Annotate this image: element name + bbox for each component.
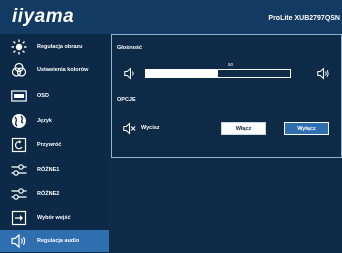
- volume-title: Głośność: [117, 45, 143, 51]
- audio-settings-panel: Głośność 50 OPCJE Wycisz Włącz Wyłącz: [111, 34, 342, 158]
- volume-up-icon: [317, 67, 330, 85]
- sidebar-item-label: Ustawienia kolorów: [37, 67, 89, 73]
- speaker-icon: [11, 233, 27, 249]
- input-select-icon: [11, 210, 27, 226]
- sidebar-item-label: Przywróć: [37, 142, 62, 148]
- sidebar-item-color-settings[interactable]: Ustawienia kolorów: [0, 59, 109, 81]
- mute-label: Wycisz: [141, 125, 160, 131]
- sidebar-item-label: OSD: [37, 93, 49, 99]
- brightness-icon: [11, 39, 27, 55]
- sidebar-item-label: Język: [37, 118, 52, 124]
- sidebar-item-misc2[interactable]: RÓŻNE2: [0, 183, 109, 205]
- sidebar-item-picture-adjust[interactable]: Regulacja obrazu: [0, 36, 109, 58]
- reset-icon: [11, 137, 27, 153]
- volume-slider-fill: [146, 70, 218, 77]
- color-settings-icon: [11, 62, 27, 78]
- sidebar-item-osd[interactable]: OSD: [0, 85, 109, 107]
- sidebar-item-label: Wybór wejść: [37, 215, 71, 221]
- sidebar-item-label: Regulacja audio: [37, 238, 80, 244]
- volume-down-icon: [124, 67, 137, 85]
- volume-value: 50: [228, 62, 234, 67]
- sidebar-item-reset[interactable]: Przywróć: [0, 134, 109, 156]
- sidebar-item-label: RÓŻNE1: [37, 167, 60, 173]
- sidebar-item-input-select[interactable]: Wybór wejść: [0, 207, 109, 229]
- mute-on-button[interactable]: Włącz: [221, 122, 266, 135]
- brand-logo: iiyama: [12, 6, 75, 27]
- sidebar-item-misc1[interactable]: RÓŻNE1: [0, 159, 109, 181]
- sliders-icon: [11, 186, 27, 202]
- header-bar: iiyama ProLite XUB2797QSN: [0, 0, 342, 34]
- sliders-icon: [11, 162, 27, 178]
- osd-icon: [11, 88, 27, 104]
- sidebar-item-language[interactable]: Język: [0, 110, 109, 132]
- sidebar-item-label: RÓŻNE2: [37, 191, 60, 197]
- mute-off-button[interactable]: Wyłącz: [284, 122, 329, 135]
- volume-slider[interactable]: [145, 69, 291, 78]
- globe-icon: [11, 113, 27, 129]
- sidebar-item-audio-adjust[interactable]: Regulacja audio: [0, 230, 109, 252]
- sidebar: Regulacja obrazu Ustawienia kolorów OSD …: [0, 34, 109, 253]
- options-title: OPCJE: [117, 97, 136, 103]
- model-name: ProLite XUB2797QSN: [268, 15, 340, 22]
- sidebar-item-label: Regulacja obrazu: [37, 44, 83, 50]
- mute-icon: [123, 122, 136, 140]
